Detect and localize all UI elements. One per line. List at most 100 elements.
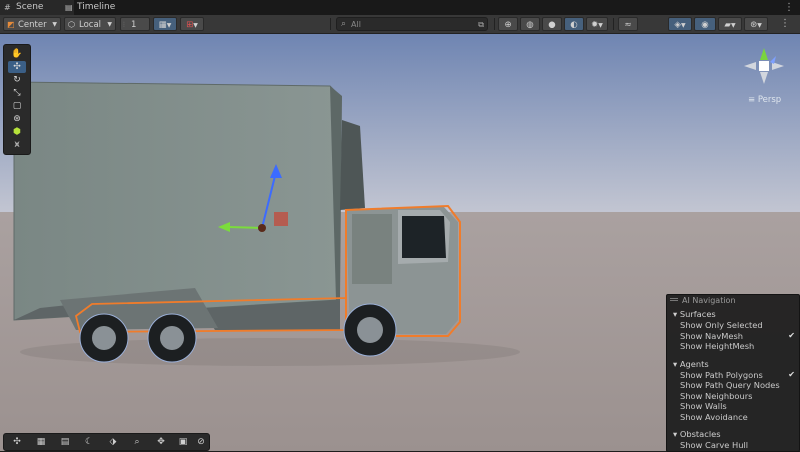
toggle-show-carve-hull[interactable]: Show Carve Hull	[667, 440, 799, 451]
section-obstacles[interactable]: ▾ Obstacles	[667, 428, 799, 440]
tab-bar: # Scene ▤ Timeline ⋮	[0, 0, 800, 16]
custom-tool-icon[interactable]: ⬢	[8, 126, 26, 138]
toggle-label: Show Path Polygons	[680, 369, 763, 380]
bottom-table-icon[interactable]: ▤	[56, 436, 74, 448]
checkmark-icon: ✔	[788, 330, 795, 340]
toggle-show-only-selected[interactable]: Show Only Selected	[667, 320, 799, 331]
rotate-tool-icon[interactable]: ↻	[8, 74, 26, 86]
eye-icon: ◉	[701, 20, 709, 30]
pivot-rotation-label: Local	[79, 20, 102, 30]
toggle-show-walls[interactable]: Show Walls	[667, 401, 799, 412]
grid-icon: ▦	[158, 20, 167, 30]
search-icon: ⌕	[341, 19, 347, 29]
pivot-rotation-dropdown[interactable]: ⬡ Local ▼	[64, 17, 116, 31]
pivot-mode-label: Center	[18, 20, 47, 30]
shading-shaded-button[interactable]: ●	[542, 17, 562, 31]
projection-toggle-icon: ≡	[748, 95, 756, 105]
bottom-compass-icon[interactable]: ⊘	[192, 436, 210, 448]
ai-navigation-panel: AI Navigation ▾ Surfaces Show Only Selec…	[666, 294, 800, 452]
section-obstacles-label: Obstacles	[679, 429, 721, 439]
camera-settings-button[interactable]: ▰▼	[718, 17, 742, 31]
wireframe-sphere-icon: ◍	[526, 20, 534, 30]
toggle-show-heightmesh[interactable]: Show HeightMesh	[667, 341, 799, 352]
local-cube-icon: ⬡	[68, 20, 75, 29]
ai-navigation-title[interactable]: AI Navigation	[667, 295, 799, 306]
bottom-overlay-toolbar: ✣ ▦ ▤ ☾ ⬗ ⌕ ✥ ▣ ⊘	[3, 433, 210, 451]
toggle-label: Show Avoidance	[680, 411, 748, 422]
wheel-rear-2	[147, 313, 197, 363]
bottom-search-icon[interactable]: ⌕	[128, 436, 146, 448]
overlays-button[interactable]: ◈▼	[668, 17, 692, 31]
bottom-move-alt-icon[interactable]: ✥	[152, 436, 170, 448]
foldout-arrow-icon: ▾	[673, 309, 678, 319]
toggle-label: Show Only Selected	[680, 320, 763, 330]
wheel-rear-1	[79, 313, 129, 363]
shading-wireframe-button[interactable]: ◍	[520, 17, 540, 31]
navmesh-tool-icon[interactable]: ⩙	[8, 139, 26, 151]
transform-tool-icon[interactable]: ⊛	[8, 113, 26, 125]
rect-tool-icon[interactable]: ▢	[8, 100, 26, 112]
globe-icon: ⊕	[504, 20, 512, 30]
wheel-front	[343, 303, 397, 357]
bottom-camera-icon[interactable]: ▣	[174, 436, 192, 448]
toggle-label: Show Carve Hull	[680, 440, 749, 450]
chevron-down-icon: ▼	[52, 21, 57, 28]
toggle-label: Show Walls	[680, 401, 727, 411]
scale-tool-icon[interactable]: ⤡	[8, 87, 26, 99]
toggle-show-navmesh[interactable]: Show NavMesh ✔	[667, 331, 799, 342]
scene-toolbar: ◩ Center ▼ ⬡ Local ▼ ⫶ 1 ▦▼ ⊞▼ ⌕ ⧉ ⊕ ◍ ●…	[0, 15, 800, 34]
toggle-show-path-query-nodes[interactable]: Show Path Query Nodes	[667, 380, 799, 391]
bottom-grid-icon[interactable]: ▦	[32, 436, 50, 448]
shading-unlit-button[interactable]: ◐	[564, 17, 584, 31]
pivot-mode-dropdown[interactable]: ◩ Center ▼	[3, 17, 61, 31]
bottom-moon-icon[interactable]: ☾	[80, 436, 98, 448]
foldout-arrow-icon: ▾	[673, 358, 678, 369]
gizmos-button[interactable]: ⊛▼	[744, 17, 768, 31]
chevron-down-icon: ▼	[107, 21, 112, 28]
toggle-show-path-polygons[interactable]: Show Path Polygons ✔	[667, 370, 799, 381]
checkmark-icon: ✔	[788, 369, 795, 379]
more-options-icon[interactable]: ⋮	[784, 0, 794, 15]
projection-label[interactable]: ≡ Persp	[748, 95, 781, 105]
search-input[interactable]	[351, 18, 461, 30]
toggle-label: Show Path Query Nodes	[680, 380, 780, 390]
projection-text: Persp	[757, 95, 782, 105]
tools-palette: ✋ ✣ ↻ ⤡ ▢ ⊛ ⬢ ⩙	[3, 44, 31, 155]
snap-settings-button[interactable]: ⊞▼	[180, 17, 204, 31]
toggle-label: Show HeightMesh	[680, 341, 755, 351]
unlit-sphere-icon: ◐	[570, 20, 578, 30]
snap-increment-icon: ⫶	[123, 21, 125, 29]
move-tool-icon[interactable]: ✣	[8, 61, 26, 73]
bottom-paint-icon[interactable]: ⬗	[104, 436, 122, 448]
bottom-move-icon[interactable]: ✣	[8, 436, 26, 448]
search-options-icon[interactable]: ⧉	[478, 18, 484, 31]
2d-mode-button[interactable]: ≈	[618, 17, 638, 31]
scene-visibility-button[interactable]: ◉	[694, 17, 716, 31]
section-agents-label: Agents	[679, 358, 709, 369]
tab-timeline-label: Timeline	[77, 2, 116, 12]
grid-snap-value: 1	[131, 20, 137, 30]
scene-search: ⌕ ⧉	[336, 17, 488, 31]
audio-mute-icon: ≈	[624, 20, 632, 30]
timeline-icon: ▤	[65, 3, 73, 12]
orientation-gizmo[interactable]	[738, 42, 794, 92]
section-agents[interactable]: ▾ Agents	[667, 358, 799, 370]
toggle-label: Show NavMesh	[680, 330, 744, 341]
toggle-label: Show Neighbours	[680, 390, 753, 401]
shaded-sphere-icon: ●	[548, 20, 556, 30]
grid-snap-field[interactable]: ⫶ 1	[120, 17, 150, 31]
pivot-icon: ◩	[7, 20, 15, 29]
hash-icon: #	[4, 3, 11, 12]
toggle-show-neighbours[interactable]: Show Neighbours	[667, 391, 799, 402]
tab-timeline[interactable]: ▤ Timeline	[61, 0, 137, 15]
tab-scene-label: Scene	[16, 2, 44, 12]
hand-tool-icon[interactable]: ✋	[8, 48, 26, 60]
foldout-arrow-icon: ▾	[673, 429, 678, 439]
section-surfaces-label: Surfaces	[679, 309, 716, 319]
lighting-toggle-button[interactable]: ✹▼	[586, 17, 608, 31]
draw-mode-button[interactable]: ⊕	[498, 17, 518, 31]
section-surfaces[interactable]: ▾ Surfaces	[667, 308, 799, 320]
toggle-show-avoidance[interactable]: Show Avoidance	[667, 412, 799, 423]
grid-visibility-button[interactable]: ▦▼	[153, 17, 177, 31]
toolbar-more-icon[interactable]: ⋮	[780, 15, 790, 33]
